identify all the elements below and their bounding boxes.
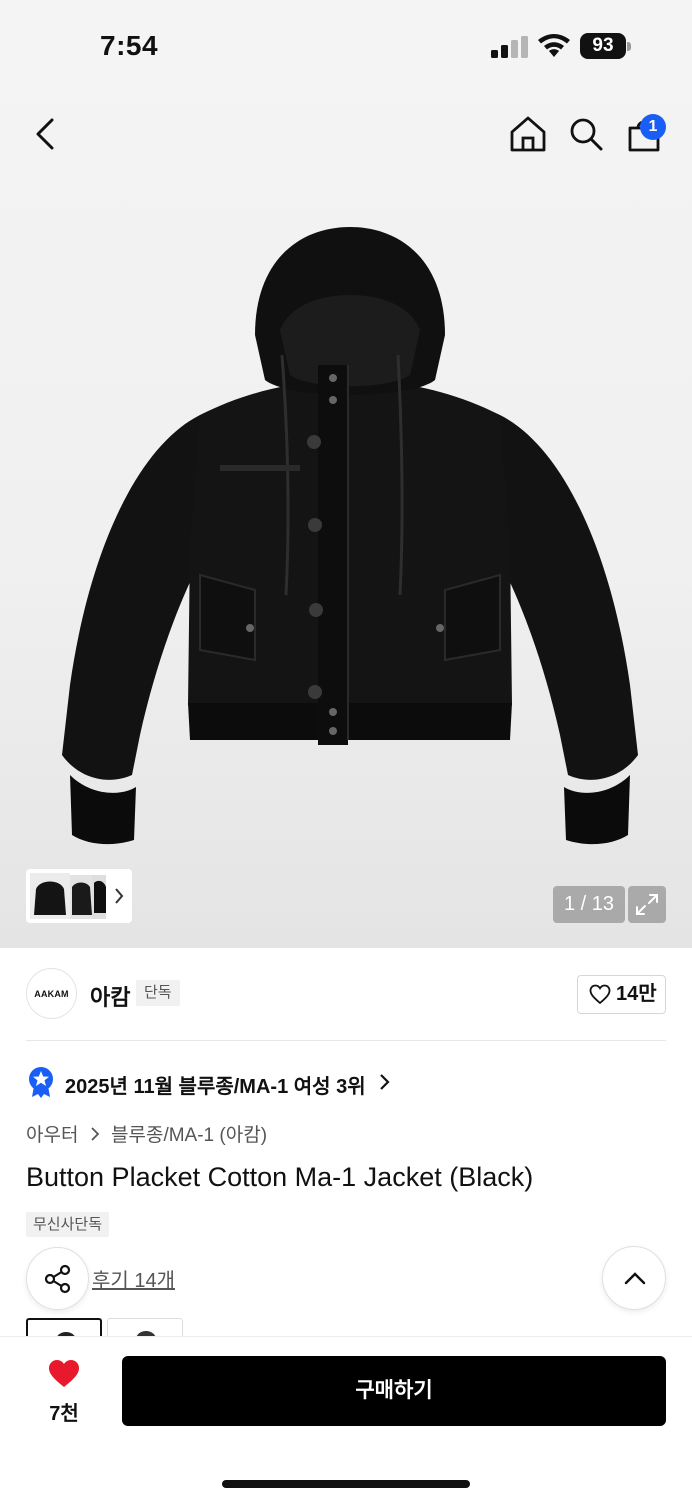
bottom-action-bar: 7천 구매하기 (0, 1336, 692, 1500)
home-icon[interactable] (508, 114, 548, 154)
heart-filled-icon (49, 1360, 79, 1387)
search-icon[interactable] (566, 114, 606, 154)
product-main-image[interactable] (50, 215, 650, 855)
heart-outline-icon (589, 984, 611, 1005)
status-bar: 7:54 93 (0, 0, 692, 92)
expand-icon[interactable] (628, 886, 666, 923)
breadcrumb-subcategory[interactable]: 블루종/MA-1 (아캄) (111, 1125, 267, 1146)
breadcrumb-category[interactable]: 아우터 (26, 1125, 78, 1146)
exclusive-tag: 단독 (136, 980, 180, 1006)
breadcrumb: 아우터 블루종/MA-1 (아캄) (26, 1120, 267, 1147)
signal-icon (491, 36, 528, 58)
back-icon[interactable] (26, 114, 66, 154)
wishlist-count: 7천 (49, 1403, 79, 1425)
home-indicator (222, 1480, 470, 1488)
brand-logo[interactable]: AAKAM (26, 968, 77, 1019)
ranking-badge-icon (29, 1067, 53, 1098)
wifi-icon (538, 34, 570, 57)
brand-name[interactable]: 아캄 (90, 980, 130, 1012)
color-option-selected[interactable] (26, 1318, 102, 1338)
ranking-text: 2025년 11월 블루종/MA-1 여성 3위 (65, 1076, 366, 1098)
battery-nub (627, 42, 631, 51)
battery-level: 93 (580, 33, 626, 59)
cart-count-badge: 1 (640, 114, 666, 140)
divider (26, 1040, 666, 1041)
chevron-right-icon (91, 1126, 100, 1141)
chevron-up-icon (624, 1272, 646, 1285)
share-button[interactable] (26, 1247, 89, 1310)
wishlist-button[interactable]: 7천 (30, 1357, 98, 1427)
chevron-right-icon (380, 1074, 390, 1090)
brand-like-button[interactable]: 14만 (577, 975, 666, 1014)
ranking-row[interactable]: 2025년 11월 블루종/MA-1 여성 3위 (26, 1066, 666, 1098)
image-pager: 1 / 13 (553, 886, 625, 923)
thumbnail-images[interactable] (26, 869, 132, 923)
scroll-to-top-button[interactable] (602, 1246, 666, 1310)
battery-icon: 93 (580, 33, 632, 59)
top-navigation (0, 100, 692, 172)
buy-button[interactable]: 구매하기 (122, 1356, 666, 1426)
reviews-link[interactable]: 후기 14개 (92, 1264, 175, 1293)
brand-like-count: 14만 (616, 983, 657, 1005)
color-option[interactable] (107, 1318, 183, 1338)
product-title: Button Placket Cotton Ma-1 Jacket (Black… (26, 1162, 534, 1192)
brand-row: AAKAM 아캄 단독 14만 (0, 968, 692, 1022)
status-time: 7:54 (100, 30, 159, 61)
thumbnail-strip[interactable] (26, 869, 132, 923)
share-icon (44, 1264, 71, 1294)
musinsa-exclusive-tag: 무신사단독 (26, 1212, 110, 1237)
